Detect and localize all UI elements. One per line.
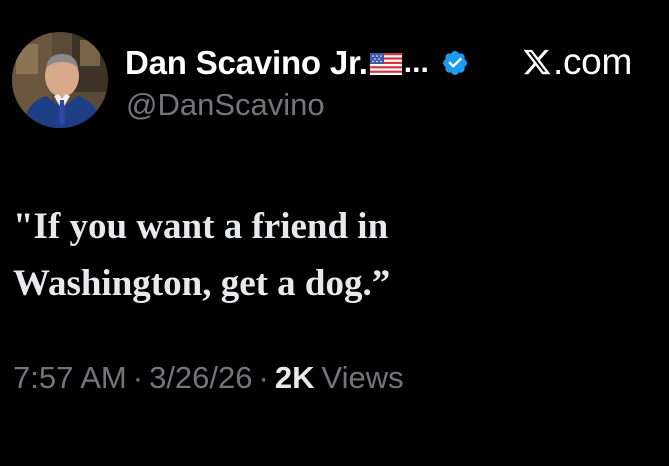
views-count: 2K (274, 360, 315, 395)
x-domain-text: .com (553, 41, 632, 82)
x-logo-icon (522, 47, 552, 77)
avatar-photo (12, 32, 108, 128)
author-name-row: Dan Scavino Jr. ... (125, 42, 469, 84)
us-flag-icon (369, 53, 402, 75)
post-meta: 7:57 AM · 3/26/26 · 2K Views (13, 360, 404, 396)
name-truncation: ... (403, 46, 429, 79)
author-handle[interactable]: @DanScavino (126, 87, 325, 123)
post-card: Dan Scavino Jr. ... @DanScavino .com "If… (0, 0, 669, 466)
tweet-line: "If you want a friend in (13, 206, 389, 247)
x-com-link[interactable]: .com (522, 40, 632, 84)
author-display-name[interactable]: Dan Scavino Jr. (125, 44, 368, 82)
views-label[interactable]: Views (321, 360, 403, 396)
meta-separator: · (132, 360, 144, 395)
post-date[interactable]: 3/26/26 (149, 360, 252, 396)
author-avatar[interactable] (12, 32, 108, 128)
post-time[interactable]: 7:57 AM (13, 360, 127, 396)
tweet-line: Washington, get a dog.” (13, 263, 391, 304)
tweet-text: "If you want a friend in Washington, get… (13, 198, 633, 312)
meta-separator: · (258, 360, 269, 395)
verified-badge-icon[interactable] (441, 49, 469, 77)
